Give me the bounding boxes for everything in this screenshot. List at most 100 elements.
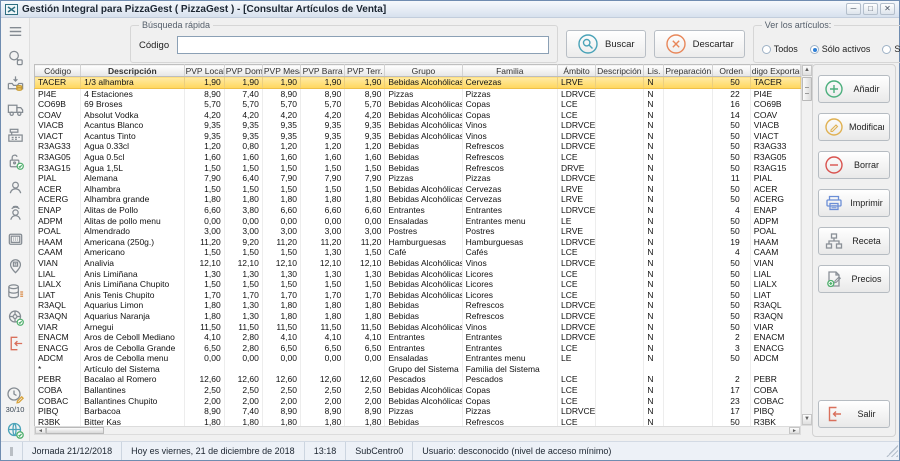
table-row[interactable]: LIATAnis Tenis Chupito1,701,701,701,701,… xyxy=(35,290,801,301)
horizontal-scrollbar[interactable]: ◄ ► xyxy=(34,426,801,435)
table-row[interactable]: CAAMAmericano1,501,501,501,301,50CaféCaf… xyxy=(35,247,801,258)
column-header[interactable]: Grupo xyxy=(385,65,462,77)
minimize-button[interactable]: ─ xyxy=(846,3,861,15)
table-header-row: CódigoDescripciónPVP LocalPVP Dom.PVP Me… xyxy=(35,65,801,77)
column-header[interactable]: PVP Barra xyxy=(301,65,345,77)
wheel-check-icon[interactable] xyxy=(5,307,26,328)
modify-button[interactable]: Modificar xyxy=(818,113,890,141)
user-icon[interactable] xyxy=(5,177,26,198)
close-button[interactable]: ✕ xyxy=(880,3,895,15)
scroll-left-icon[interactable]: ◄ xyxy=(35,427,46,434)
cancel-icon xyxy=(665,33,687,55)
table-row[interactable]: PI4E4 Estaciones8,907,408,908,908,90Pizz… xyxy=(35,88,801,99)
pos-terminal-icon[interactable] xyxy=(5,229,26,250)
add-button[interactable]: Añadir xyxy=(818,75,890,103)
table-row[interactable]: VIACBAcantus Blanco9,359,359,359,359,35B… xyxy=(35,120,801,131)
quick-search-label: Búsqueda rápida xyxy=(139,20,213,30)
exit-button[interactable]: Salir xyxy=(818,400,890,428)
radio-option[interactable]: Sólo inactivos xyxy=(882,44,900,54)
table-row[interactable]: VIACTAcantus Tinto9,359,359,359,359,35Be… xyxy=(35,131,801,142)
resize-grip[interactable] xyxy=(886,445,898,457)
table-row[interactable]: COBABallantines2,502,502,502,502,50Bebid… xyxy=(35,385,801,396)
column-header[interactable]: PVP Terr. xyxy=(345,65,385,77)
horizontal-scroll-thumb[interactable] xyxy=(46,427,104,434)
column-header[interactable]: Ámbito xyxy=(557,65,595,77)
table-row[interactable]: COAVAbsolut Vodka4,204,204,204,204,20Beb… xyxy=(35,110,801,121)
column-header[interactable]: Lis. xyxy=(644,65,664,77)
fingerprint-user-icon[interactable] xyxy=(5,203,26,224)
table-row[interactable]: TACER1/3 alhambra1,901,901,901,901,90Beb… xyxy=(35,77,801,89)
table-row[interactable]: ACERGAlhambra grande1,801,801,801,801,80… xyxy=(35,194,801,205)
table-row[interactable]: HAAMAmericana (250g.)11,209,2011,2011,20… xyxy=(35,237,801,248)
delivery-truck-icon[interactable] xyxy=(5,99,26,120)
buscar-button[interactable]: Buscar xyxy=(566,30,646,58)
clock-edit-icon[interactable] xyxy=(5,384,26,405)
table-row[interactable]: R3AG33Agua 0.33cl1,200,801,201,201,20Beb… xyxy=(35,141,801,152)
table-body: TACER1/3 alhambra1,901,901,901,901,90Beb… xyxy=(35,77,801,428)
radio-circle-icon xyxy=(882,45,891,54)
table-row[interactable]: LIALXAnis Limiñana Chupito1,501,501,501,… xyxy=(35,279,801,290)
radio-option[interactable]: Todos xyxy=(762,44,798,54)
maximize-button[interactable]: □ xyxy=(863,3,878,15)
table-row[interactable]: PEBRBacalao al Romero12,6012,6012,6012,6… xyxy=(35,374,801,385)
database-icon[interactable] xyxy=(5,281,26,302)
table-row[interactable]: COBACBallantines Chupito2,002,002,002,00… xyxy=(35,396,801,407)
table-row[interactable]: *Artículo del SistemaGrupo del SistemaFa… xyxy=(35,364,801,375)
table-row[interactable]: R3AQNAquarius Naranja1,801,301,801,801,8… xyxy=(35,311,801,322)
hamburger-menu-icon[interactable] xyxy=(5,21,26,42)
radio-option[interactable]: Sólo activos xyxy=(810,44,871,54)
table-row[interactable]: ADPMAlitas de pollo menu0,000,000,000,00… xyxy=(35,216,801,227)
search-articles-icon[interactable] xyxy=(5,47,26,68)
table-row[interactable]: R3AG05Agua 0.5cl1,601,601,601,601,60Bebi… xyxy=(35,152,801,163)
lock-check-icon[interactable] xyxy=(5,151,26,172)
scroll-right-icon[interactable]: ► xyxy=(789,427,800,434)
column-header[interactable]: PVP Local xyxy=(184,65,224,77)
table-row[interactable]: ENACMAros de Ceboll Mediano4,102,804,104… xyxy=(35,332,801,343)
column-header[interactable]: Descripción PDA xyxy=(596,65,644,77)
scroll-up-icon[interactable]: ▲ xyxy=(802,65,812,76)
print-button[interactable]: Imprimir xyxy=(818,189,890,217)
table-row[interactable]: R3AQLAquarius Limon1,801,301,801,801,80B… xyxy=(35,300,801,311)
column-header[interactable]: Descripción xyxy=(81,65,184,77)
scroll-down-icon[interactable]: ▼ xyxy=(802,414,812,425)
import-tray-icon[interactable] xyxy=(5,73,26,94)
column-header[interactable]: PVP Dom. xyxy=(224,65,262,77)
column-header[interactable]: digo Exportad xyxy=(750,65,800,77)
prices-button[interactable]: Precios xyxy=(818,265,890,293)
code-search-input[interactable] xyxy=(177,36,549,54)
table-row[interactable]: LIALAnis Limiñana1,301,301,301,301,30Beb… xyxy=(35,269,801,280)
column-header[interactable]: PVP Mesa xyxy=(262,65,300,77)
column-header[interactable]: Orden xyxy=(712,65,750,77)
globe-check-icon[interactable] xyxy=(5,419,26,440)
table-row[interactable]: R3AG15Agua 1,5L1,501,501,501,501,50Bebid… xyxy=(35,163,801,174)
table-row[interactable]: PIBQBarbacoa8,907,408,908,908,90PizzasPi… xyxy=(35,406,801,417)
radio-label: Sólo activos xyxy=(822,44,871,54)
price-document-icon xyxy=(824,269,844,289)
column-header[interactable]: Preparación xyxy=(664,65,712,77)
descartar-button[interactable]: Descartar xyxy=(654,30,745,58)
table-row[interactable]: VIANAnalivia12,1012,1012,1012,1012,10Beb… xyxy=(35,258,801,269)
filter-options: Todos Sólo activos Sólo inactivos xyxy=(762,44,900,54)
table-row[interactable]: ENACGAros de Cebolla Grande6,502,806,506… xyxy=(35,343,801,354)
table-row[interactable]: ACERAlhambra1,501,501,501,501,50Bebidas … xyxy=(35,184,801,195)
cash-register-icon[interactable] xyxy=(5,125,26,146)
recipe-button[interactable]: Receta xyxy=(818,227,890,255)
column-header[interactable]: Familia xyxy=(462,65,557,77)
column-header[interactable]: Código xyxy=(35,65,81,77)
code-label: Código xyxy=(139,40,169,51)
map-pin-icon[interactable] xyxy=(5,255,26,276)
table-row[interactable]: ENAPAlitas de Pollo6,603,806,606,606,60E… xyxy=(35,205,801,216)
status-date: Hoy es viernes, 21 de diciembre de 2018 xyxy=(122,442,305,460)
delete-button[interactable]: Borrar xyxy=(818,151,890,179)
app-logo-icon xyxy=(5,4,18,15)
vertical-scroll-thumb[interactable] xyxy=(802,77,812,101)
view-articles-label: Ver los artículos: xyxy=(762,20,835,30)
table-row[interactable]: POALAlmendrado3,003,003,003,003,00Postre… xyxy=(35,226,801,237)
exit-door-icon[interactable] xyxy=(5,333,26,354)
status-usuario: Usuario: desconocido (nivel de acceso mí… xyxy=(413,442,886,460)
table-row[interactable]: ADCMAros de Cebolla menu0,000,000,000,00… xyxy=(35,353,801,364)
table-row[interactable]: PIALAlemana7,906,407,907,907,90PizzasPiz… xyxy=(35,173,801,184)
table-row[interactable]: CO69B69 Broses5,705,705,705,705,70Bebida… xyxy=(35,99,801,110)
edit-circle-icon xyxy=(824,117,844,137)
table-row[interactable]: VIARArnegui11,5011,5011,5011,5011,50Bebi… xyxy=(35,321,801,332)
